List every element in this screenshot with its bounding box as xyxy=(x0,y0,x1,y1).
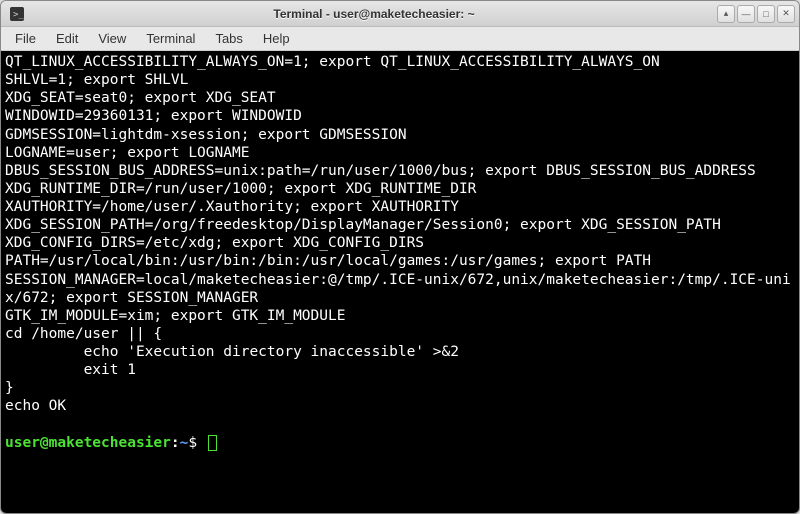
terminal-line: QT_LINUX_ACCESSIBILITY_ALWAYS_ON=1; expo… xyxy=(5,53,795,71)
terminal-line: exit 1 xyxy=(5,361,795,379)
terminal-line: GDMSESSION=lightdm-xsession; export GDMS… xyxy=(5,126,795,144)
maximize-button[interactable]: □ xyxy=(757,5,775,23)
terminal-line: echo OK xyxy=(5,397,795,415)
terminal-icon: >_ xyxy=(9,6,25,22)
menu-file[interactable]: File xyxy=(7,29,44,48)
terminal-line: XDG_SESSION_PATH=/org/freedesktop/Displa… xyxy=(5,216,795,234)
terminal-line: XDG_SEAT=seat0; export XDG_SEAT xyxy=(5,89,795,107)
shade-button[interactable]: ▴ xyxy=(717,5,735,23)
terminal-line: PATH=/usr/local/bin:/usr/bin:/bin:/usr/l… xyxy=(5,252,795,270)
terminal-line: } xyxy=(5,379,795,397)
menu-tabs[interactable]: Tabs xyxy=(207,29,250,48)
menu-view[interactable]: View xyxy=(90,29,134,48)
titlebar[interactable]: >_ Terminal - user@maketecheasier: ~ ▴ —… xyxy=(1,1,799,27)
menu-terminal[interactable]: Terminal xyxy=(138,29,203,48)
terminal-line: XDG_RUNTIME_DIR=/run/user/1000; export X… xyxy=(5,180,795,198)
cursor xyxy=(208,435,217,451)
terminal-line: XAUTHORITY=/home/user/.Xauthority; expor… xyxy=(5,198,795,216)
svg-text:>_: >_ xyxy=(13,10,24,20)
menu-help[interactable]: Help xyxy=(255,29,298,48)
terminal-line: XDG_CONFIG_DIRS=/etc/xdg; export XDG_CON… xyxy=(5,234,795,252)
terminal-line: SESSION_MANAGER=local/maketecheasier:@/t… xyxy=(5,271,795,307)
terminal-line: DBUS_SESSION_BUS_ADDRESS=unix:path=/run/… xyxy=(5,162,795,180)
terminal-line xyxy=(5,416,795,434)
terminal-output[interactable]: QT_LINUX_ACCESSIBILITY_ALWAYS_ON=1; expo… xyxy=(1,51,799,513)
terminal-line: LOGNAME=user; export LOGNAME xyxy=(5,144,795,162)
window-controls: ▴ — □ ✕ xyxy=(717,5,795,23)
menu-edit[interactable]: Edit xyxy=(48,29,86,48)
terminal-line: cd /home/user || { xyxy=(5,325,795,343)
terminal-prompt[interactable]: user@maketecheasier:~$ xyxy=(5,434,795,452)
menubar: File Edit View Terminal Tabs Help xyxy=(1,27,799,51)
close-button[interactable]: ✕ xyxy=(777,5,795,23)
terminal-line: SHLVL=1; export SHLVL xyxy=(5,71,795,89)
window-title: Terminal - user@maketecheasier: ~ xyxy=(31,7,717,21)
terminal-line: WINDOWID=29360131; export WINDOWID xyxy=(5,107,795,125)
terminal-line: echo 'Execution directory inaccessible' … xyxy=(5,343,795,361)
minimize-button[interactable]: — xyxy=(737,5,755,23)
terminal-line: GTK_IM_MODULE=xim; export GTK_IM_MODULE xyxy=(5,307,795,325)
terminal-window: >_ Terminal - user@maketecheasier: ~ ▴ —… xyxy=(0,0,800,514)
